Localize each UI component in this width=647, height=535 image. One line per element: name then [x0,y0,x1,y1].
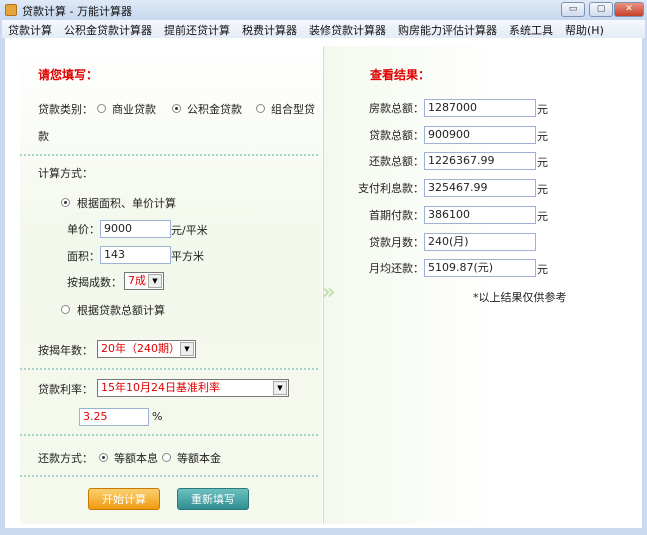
radio-equal-installment[interactable] [99,453,108,462]
dropdown-arrow-icon[interactable]: ▼ [148,274,162,288]
option-equal-principal[interactable]: 等额本金 [177,450,221,466]
results-panel [323,46,613,524]
years-select[interactable]: 20年（240期） ▼ [97,340,196,358]
ratio-select[interactable]: 7成 ▼ [124,272,164,290]
result-unit: 元 [537,156,548,170]
option-equal-installment[interactable]: 等额本息 [114,450,158,466]
radio-by-area[interactable] [61,198,70,207]
result-value: 386100 [424,205,536,224]
dropdown-arrow-icon[interactable]: ▼ [180,342,194,356]
radio-provident[interactable] [172,104,181,113]
years-value: 20年（240期） [101,342,180,355]
unit-price-input[interactable]: 9000 [100,220,171,238]
rate-select[interactable]: 15年10月24日基准利率 ▼ [97,379,289,397]
window-title: 贷款计算 - 万能计算器 [22,5,132,18]
minimize-button[interactable]: ▭ [561,2,585,17]
menu-tax[interactable]: 税费计算器 [236,20,303,38]
dropdown-arrow-icon[interactable]: ▼ [273,381,287,395]
result-label: 还款总额： [369,155,424,169]
result-label: 支付利息款： [358,182,424,196]
result-value: 5109.87(元) [424,259,536,278]
maximize-button[interactable]: ▢ [589,2,613,17]
calc-method-label: 计算方式： [38,167,93,180]
ratio-label: 按揭成数： [67,276,122,289]
result-value: 900900 [424,125,536,144]
result-label: 贷款月数： [369,235,424,249]
menu-provident-fund[interactable]: 公积金贷款计算器 [58,20,158,38]
repay-label: 还款方式： [38,452,93,465]
reset-button[interactable]: 重新填写 [177,488,249,510]
menu-prepayment[interactable]: 提前还贷计算 [158,20,236,38]
rate-unit: % [152,410,163,423]
method-by-total[interactable]: 根据贷款总额计算 [77,302,165,318]
title-bar: 贷款计算 - 万能计算器 ▭ ▢ ✕ [0,0,647,20]
years-label: 按揭年数： [38,344,93,357]
unit-price-label: 单价： [67,223,100,236]
result-unit: 元 [537,263,548,277]
menu-renovation-loan[interactable]: 装修贷款计算器 [303,20,392,38]
area-input[interactable]: 143 [100,246,171,264]
result-unit: 元 [537,209,548,223]
form-heading: 请您填写： [38,68,99,82]
app-icon [5,4,17,16]
menu-bar: 贷款计算 公积金贷款计算器 提前还贷计算 税费计算器 装修贷款计算器 购房能力评… [2,20,645,38]
divider [20,154,318,156]
results-heading: 查看结果： [370,68,431,82]
result-value: 1226367.99 [424,152,536,171]
divider [20,368,318,370]
unit-price-unit: 元/平米 [171,224,208,237]
result-unit: 元 [537,183,548,197]
rate-input[interactable]: 3.25 [79,408,149,426]
results-note: *以上结果仅供参考 [473,291,567,304]
divider [20,434,318,436]
option-commercial[interactable]: 商业贷款 [112,101,156,117]
start-button[interactable]: 开始计算 [88,488,160,510]
result-label: 房款总额： [369,102,424,115]
method-by-area[interactable]: 根据面积、单价计算 [77,195,176,211]
chevron-right-icon: » [322,280,336,305]
option-provident[interactable]: 公积金贷款 [187,101,242,117]
result-value: 325467.99 [424,179,536,198]
option-combined[interactable]: 组合型贷 [271,101,315,117]
menu-help[interactable]: 帮助(H) [559,20,610,38]
result-label: 首期付款： [369,208,424,222]
divider [20,475,318,477]
result-unit: 元 [537,129,548,143]
ratio-value: 7成 [128,274,146,287]
result-value: 240(月) [424,232,536,251]
result-value: 1287000 [424,99,536,117]
rate-label: 贷款利率： [38,383,93,396]
menu-loan-calc[interactable]: 贷款计算 [2,20,58,38]
rate-option-value: 15年10月24日基准利率 [101,381,220,394]
radio-by-total[interactable] [61,305,70,314]
area-label: 面积： [67,250,100,263]
option-combined-wrap: 款 [38,130,49,143]
close-button[interactable]: ✕ [614,2,644,17]
radio-commercial[interactable] [97,104,106,113]
result-label: 月均还款： [369,262,424,276]
menu-system-tools[interactable]: 系统工具 [503,20,559,38]
result-unit: 元 [537,103,548,116]
radio-combined[interactable] [256,104,265,113]
area-unit: 平方米 [171,250,204,263]
result-label: 贷款总额： [369,128,424,142]
loan-type-label: 贷款类别： [38,103,93,116]
menu-affordability[interactable]: 购房能力评估计算器 [392,20,503,38]
radio-equal-principal[interactable] [162,453,171,462]
